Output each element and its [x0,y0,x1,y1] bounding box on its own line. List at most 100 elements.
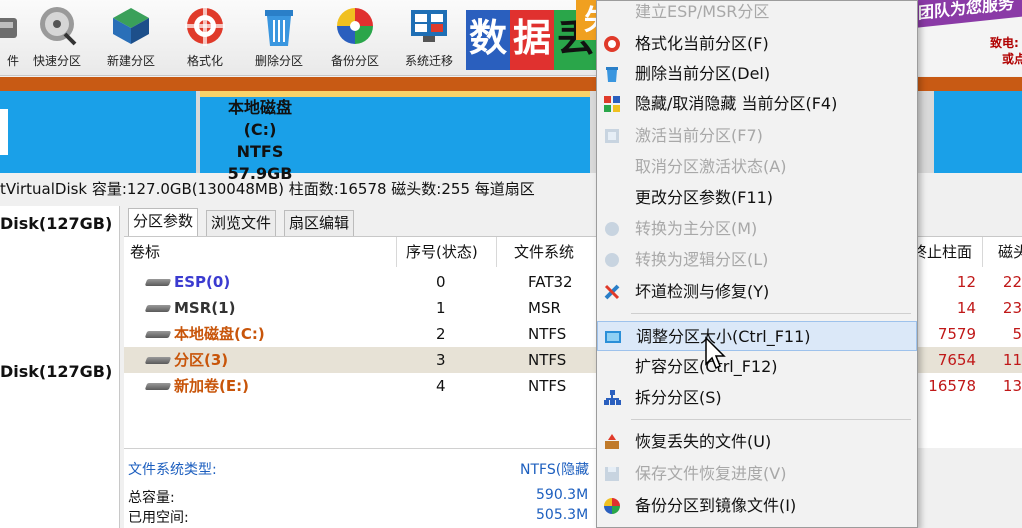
tab-bar: 分区参数 浏览文件 扇区编辑 [124,208,604,236]
fs-type-value: NTFS(隐藏 [520,462,590,478]
tab-sector-edit[interactable]: 扇区编辑 [284,210,355,236]
hdd-icon [144,357,172,364]
data-loss-ad-banner[interactable]: 数 据 丢 失 [466,0,600,70]
menu-item-label: 转换为逻辑分区(L) [635,250,769,269]
col-header-index[interactable]: 序号(状态) [406,241,478,262]
menu-item-label: 删除当前分区(Del) [635,64,771,83]
row-index: 2 [436,325,446,343]
menu-item-label: 拆分分区(S) [635,388,722,407]
row-end: 7654 [937,351,976,369]
quick-partition-button[interactable]: 快速分区 [22,0,92,76]
row-fs: FAT32 [528,273,573,291]
delete-partition-button[interactable]: 删除分区 [244,0,314,76]
menu-item-split[interactable]: 拆分分区(S) [597,383,917,413]
toolbar-label: 备份分区 [330,54,379,68]
tree-disk-item[interactable]: Disk(127GB) [0,362,112,381]
total-capacity-value: 590.3M [536,487,589,503]
menu-item-label: 隐藏/取消隐藏 当前分区(F4) [635,94,838,113]
service-ribbon: 团队为您服务 [914,0,1022,28]
row-index: 3 [436,351,446,369]
row-head: 22 [1002,273,1022,291]
service-ad[interactable]: 团队为您服务 致电: 或点 [914,0,1022,76]
partition-fs: NTFS [236,142,284,161]
menu-item-format[interactable]: 格式化当前分区(F) [597,29,917,59]
row-name: 本地磁盘(C:) [174,325,265,343]
toolbar-label: 新建分区 [106,54,155,68]
row-end: 12 [956,273,976,291]
menu-item-save-recovery[interactable]: 保存文件恢复进度(V) [597,459,917,489]
row-end: 16578 [928,377,976,395]
menu-item-bad-sector-repair[interactable]: 坏道检测与修复(Y) [597,277,917,307]
col-header-label[interactable]: 卷标 [130,241,160,262]
col-header-heads[interactable]: 磁头 [998,241,1022,262]
activate-icon [603,127,621,145]
menu-item-extend[interactable]: 扩容分区(Ctrl_F12) [597,352,917,382]
new-partition-button[interactable]: 新建分区 [96,0,166,76]
row-fs: MSR [528,299,561,317]
col-header-fs[interactable]: 文件系统 [514,241,574,262]
ad-char: 据 [510,10,554,70]
menu-item-create-esp-msr[interactable]: 建立ESP/MSR分区 [597,0,917,27]
menu-item-label: 取消分区激活状态(A) [635,157,787,176]
repair-icon [603,283,621,301]
backup-icon [333,4,377,48]
total-capacity-label: 总容量: [128,490,175,506]
col-header-end-cylinder[interactable]: 终止柱面 [912,241,972,262]
menu-item-delete[interactable]: 删除当前分区(Del) [597,59,917,89]
menu-item-convert-primary[interactable]: 转换为主分区(M) [597,214,917,244]
row-end: 7579 [937,325,976,343]
menu-item-label: 转换为主分区(M) [635,219,758,238]
format-icon [183,4,227,48]
disk-info-line: tVirtualDisk 容量:127.0GB(130048MB) 柱面数:16… [0,180,535,198]
menu-item-resize[interactable]: 调整分区大小(Ctrl_F11) [597,321,917,351]
partition-block-right[interactable] [934,91,1022,173]
row-name: 分区(3) [174,351,229,369]
menu-item-backup-image[interactable]: 备份分区到镜像文件(I) [597,491,917,521]
row-head: 5 [1012,325,1022,343]
menu-item-change-params[interactable]: 更改分区参数(F11) [597,183,917,213]
toolbar-label: 系统迁移 [404,54,453,68]
hdd-icon [144,383,172,390]
row-fs: NTFS [528,325,567,343]
save-icon [603,465,621,483]
menu-item-label: 保存文件恢复进度(V) [635,464,787,483]
row-head: 11 [1002,351,1022,369]
row-fs: NTFS [528,377,567,395]
migrate-icon [407,4,451,48]
row-head: 23 [1002,299,1022,317]
format-button[interactable]: 格式化 [170,0,240,76]
partition-context-menu: 建立ESP/MSR分区 格式化当前分区(F) 删除当前分区(Del) 隐藏/取消… [596,0,918,528]
row-index: 4 [436,377,446,395]
menu-item-label: 激活当前分区(F7) [635,126,763,145]
service-call-text: 致电: [990,36,1019,50]
disk-icon [0,4,23,48]
menu-item-convert-logical[interactable]: 转换为逻辑分区(L) [597,245,917,275]
menu-item-hide[interactable]: 隐藏/取消隐藏 当前分区(F4) [597,89,917,119]
menu-item-activate[interactable]: 激活当前分区(F7) [597,121,917,151]
ad-char: 数 [466,10,510,70]
tab-partition-params[interactable]: 分区参数 [128,208,199,236]
used-space-label: 已用空间: [128,510,189,526]
convert-logical-icon [603,251,621,269]
row-index: 0 [436,273,446,291]
hdd-icon [144,279,172,286]
system-migrate-button[interactable]: 系统迁移 [394,0,464,76]
split-icon [603,389,621,407]
tab-browse-files[interactable]: 浏览文件 [206,210,277,236]
trash-icon [257,4,301,48]
hide-icon [603,95,621,113]
toolbar-label: 格式化 [186,54,223,68]
row-index: 1 [436,299,446,317]
menu-item-recover-files[interactable]: 恢复丢失的文件(U) [597,427,917,457]
row-name: MSR(1) [174,299,236,317]
menu-item-deactivate[interactable]: 取消分区激活状态(A) [597,152,917,182]
partition-block-left[interactable] [0,91,196,173]
tree-disk-item[interactable]: Disk(127GB) [0,214,112,233]
partition-block-c[interactable]: 本地磁盘(C:) NTFS 57.9GB [200,91,590,183]
hdd-icon [144,331,172,338]
row-fs: NTFS [528,351,567,369]
used-space-value: 505.3M [536,507,589,523]
recover-icon [603,433,621,451]
backup-partition-button[interactable]: 备份分区 [320,0,390,76]
backup-image-icon [603,497,621,515]
